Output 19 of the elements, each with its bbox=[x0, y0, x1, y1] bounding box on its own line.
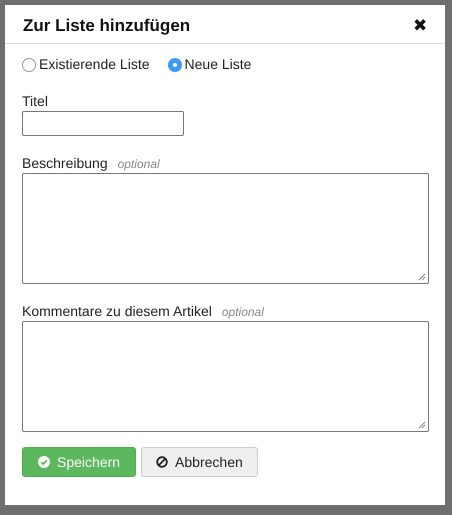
field-label: Titel bbox=[22, 92, 48, 111]
field-label: Kommentare zu diesem Artikel bbox=[22, 302, 212, 321]
close-button[interactable]: ✖ bbox=[413, 16, 427, 34]
resize-grip-icon[interactable] bbox=[418, 273, 426, 281]
resize-grip-icon[interactable] bbox=[418, 421, 426, 429]
radio-button[interactable] bbox=[168, 58, 182, 72]
title-input[interactable] bbox=[22, 111, 184, 136]
cancel-button[interactable]: Abbrechen bbox=[141, 447, 258, 477]
radio-option[interactable]: Neue Liste bbox=[168, 54, 252, 75]
text-area[interactable] bbox=[22, 321, 429, 432]
dialog-title: Zur Liste hinzufügen bbox=[23, 15, 190, 38]
field-label: Beschreibung bbox=[22, 154, 108, 173]
optional-hint: optional bbox=[118, 156, 160, 173]
radio-button[interactable] bbox=[22, 58, 36, 72]
radio-option[interactable]: Existierende Liste bbox=[22, 54, 150, 75]
text-area[interactable] bbox=[22, 173, 429, 284]
optional-hint: optional bbox=[222, 304, 264, 321]
check-circle-icon bbox=[38, 456, 50, 468]
prohibited-icon bbox=[156, 456, 168, 468]
